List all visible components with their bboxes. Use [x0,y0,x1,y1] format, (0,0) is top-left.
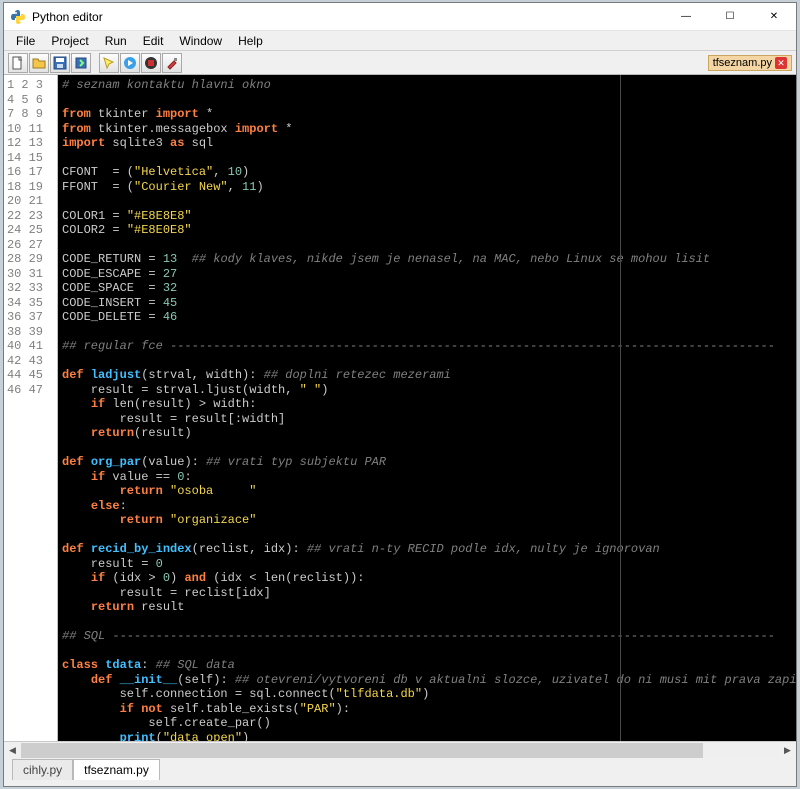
menu-help[interactable]: Help [230,32,271,50]
menubar: File Project Run Edit Window Help [4,31,796,51]
menu-window[interactable]: Window [171,32,230,50]
tab-cihly[interactable]: cihly.py [12,759,73,780]
open-file-button[interactable] [29,53,49,73]
window-title: Python editor [32,10,664,24]
run-button[interactable] [120,53,140,73]
scroll-left-button[interactable]: ◀ [4,743,21,758]
menu-run[interactable]: Run [97,32,135,50]
new-file-button[interactable] [8,53,28,73]
window-buttons: — ☐ ✕ [664,3,796,31]
settings-button[interactable] [162,53,182,73]
menu-file[interactable]: File [8,32,43,50]
editor-area: 1 2 3 4 5 6 7 8 9 10 11 12 13 14 15 16 1… [4,75,796,741]
statusbar [4,780,796,786]
file-tabs: cihly.py tfseznam.py [4,758,796,780]
print-margin [620,75,621,741]
open-file-label: tfseznam.py [713,57,772,69]
line-number-gutter: 1 2 3 4 5 6 7 8 9 10 11 12 13 14 15 16 1… [4,75,58,741]
stop-button[interactable] [141,53,161,73]
scroll-right-button[interactable]: ▶ [779,743,796,758]
close-button[interactable]: ✕ [752,3,796,31]
menu-edit[interactable]: Edit [135,32,172,50]
save-all-button[interactable] [71,53,91,73]
close-file-icon[interactable]: ✕ [775,57,787,69]
toolbar: tfseznam.py ✕ [4,51,796,75]
titlebar: Python editor — ☐ ✕ [4,3,796,31]
main-window: Python editor — ☐ ✕ File Project Run Edi… [3,2,797,787]
code-editor[interactable]: # seznam kontaktu hlavni okno from tkint… [58,75,796,741]
tab-tfseznam[interactable]: tfseznam.py [73,759,160,780]
minimize-button[interactable]: — [664,3,708,31]
save-button[interactable] [50,53,70,73]
menu-project[interactable]: Project [43,32,96,50]
horizontal-scrollbar[interactable]: ◀ ▶ [4,741,796,758]
scroll-thumb[interactable] [21,743,703,758]
open-file-chip[interactable]: tfseznam.py ✕ [708,55,792,71]
maximize-button[interactable]: ☐ [708,3,752,31]
edit-button[interactable] [99,53,119,73]
scroll-track[interactable] [21,743,779,758]
app-icon [10,9,26,25]
